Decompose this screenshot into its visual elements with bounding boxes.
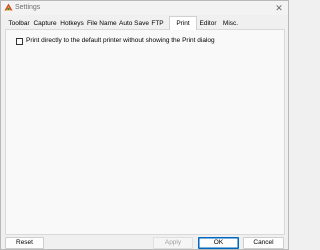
print-directly-option[interactable]: Print directly to the default printer wi…	[16, 37, 215, 45]
cancel-button[interactable]: Cancel	[243, 237, 284, 249]
close-icon[interactable]: ✕	[273, 2, 285, 14]
ok-button[interactable]: OK	[198, 237, 239, 249]
tab-misc[interactable]: Misc.	[222, 18, 239, 29]
print-directly-label: Print directly to the default printer wi…	[26, 37, 215, 44]
settings-app-icon	[4, 3, 13, 12]
tab-file-name[interactable]: File Name	[87, 18, 117, 29]
tab-hotkeys[interactable]: Hotkeys	[60, 18, 84, 29]
window-title: Settings	[15, 4, 41, 11]
tab-editor[interactable]: Editor	[198, 18, 218, 29]
apply-button[interactable]: Apply	[153, 237, 193, 249]
tab-toolbar[interactable]: Toolbar	[8, 18, 30, 29]
tab-ftp[interactable]: FTP	[151, 18, 164, 29]
tab-strip: Toolbar Capture Hotkeys File Name Auto S…	[5, 16, 288, 30]
title-bar: Settings ✕	[1, 1, 288, 15]
reset-button[interactable]: Reset	[5, 237, 44, 249]
tab-print[interactable]: Print	[169, 16, 197, 30]
tab-capture[interactable]: Capture	[33, 18, 57, 29]
tab-auto-save[interactable]: Auto Save	[119, 18, 149, 29]
print-directly-checkbox[interactable]	[16, 37, 23, 45]
settings-dialog: Settings ✕ Toolbar Capture Hotkeys File …	[0, 0, 289, 250]
print-settings-panel: Print directly to the default printer wi…	[5, 29, 285, 235]
